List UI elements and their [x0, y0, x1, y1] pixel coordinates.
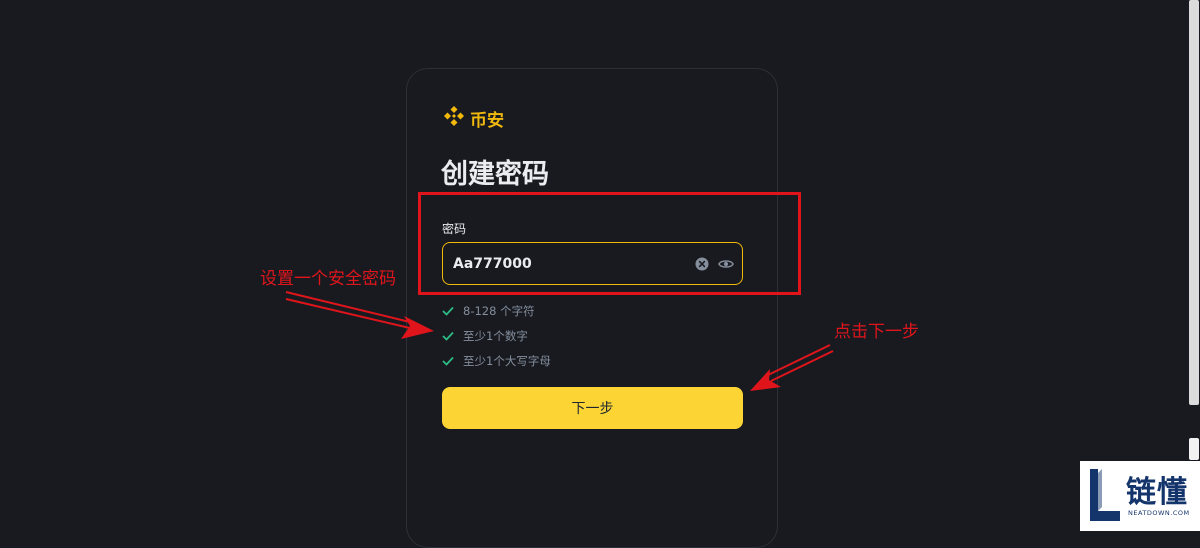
watermark-chinese: 链懂 [1126, 475, 1188, 510]
watermark: 链懂 NEATDOWN.COM [1080, 461, 1200, 531]
watermark-english: NEATDOWN.COM [1128, 509, 1190, 517]
annotation-arrow-right [750, 344, 834, 391]
scroll-thumb-lower[interactable] [1189, 438, 1199, 460]
annotation-arrow-left [285, 291, 434, 339]
scrollbar[interactable] [1186, 0, 1200, 531]
scroll-thumb[interactable] [1189, 0, 1199, 405]
annotation-arrows [285, 291, 834, 391]
watermark-logo-icon [1090, 469, 1120, 521]
